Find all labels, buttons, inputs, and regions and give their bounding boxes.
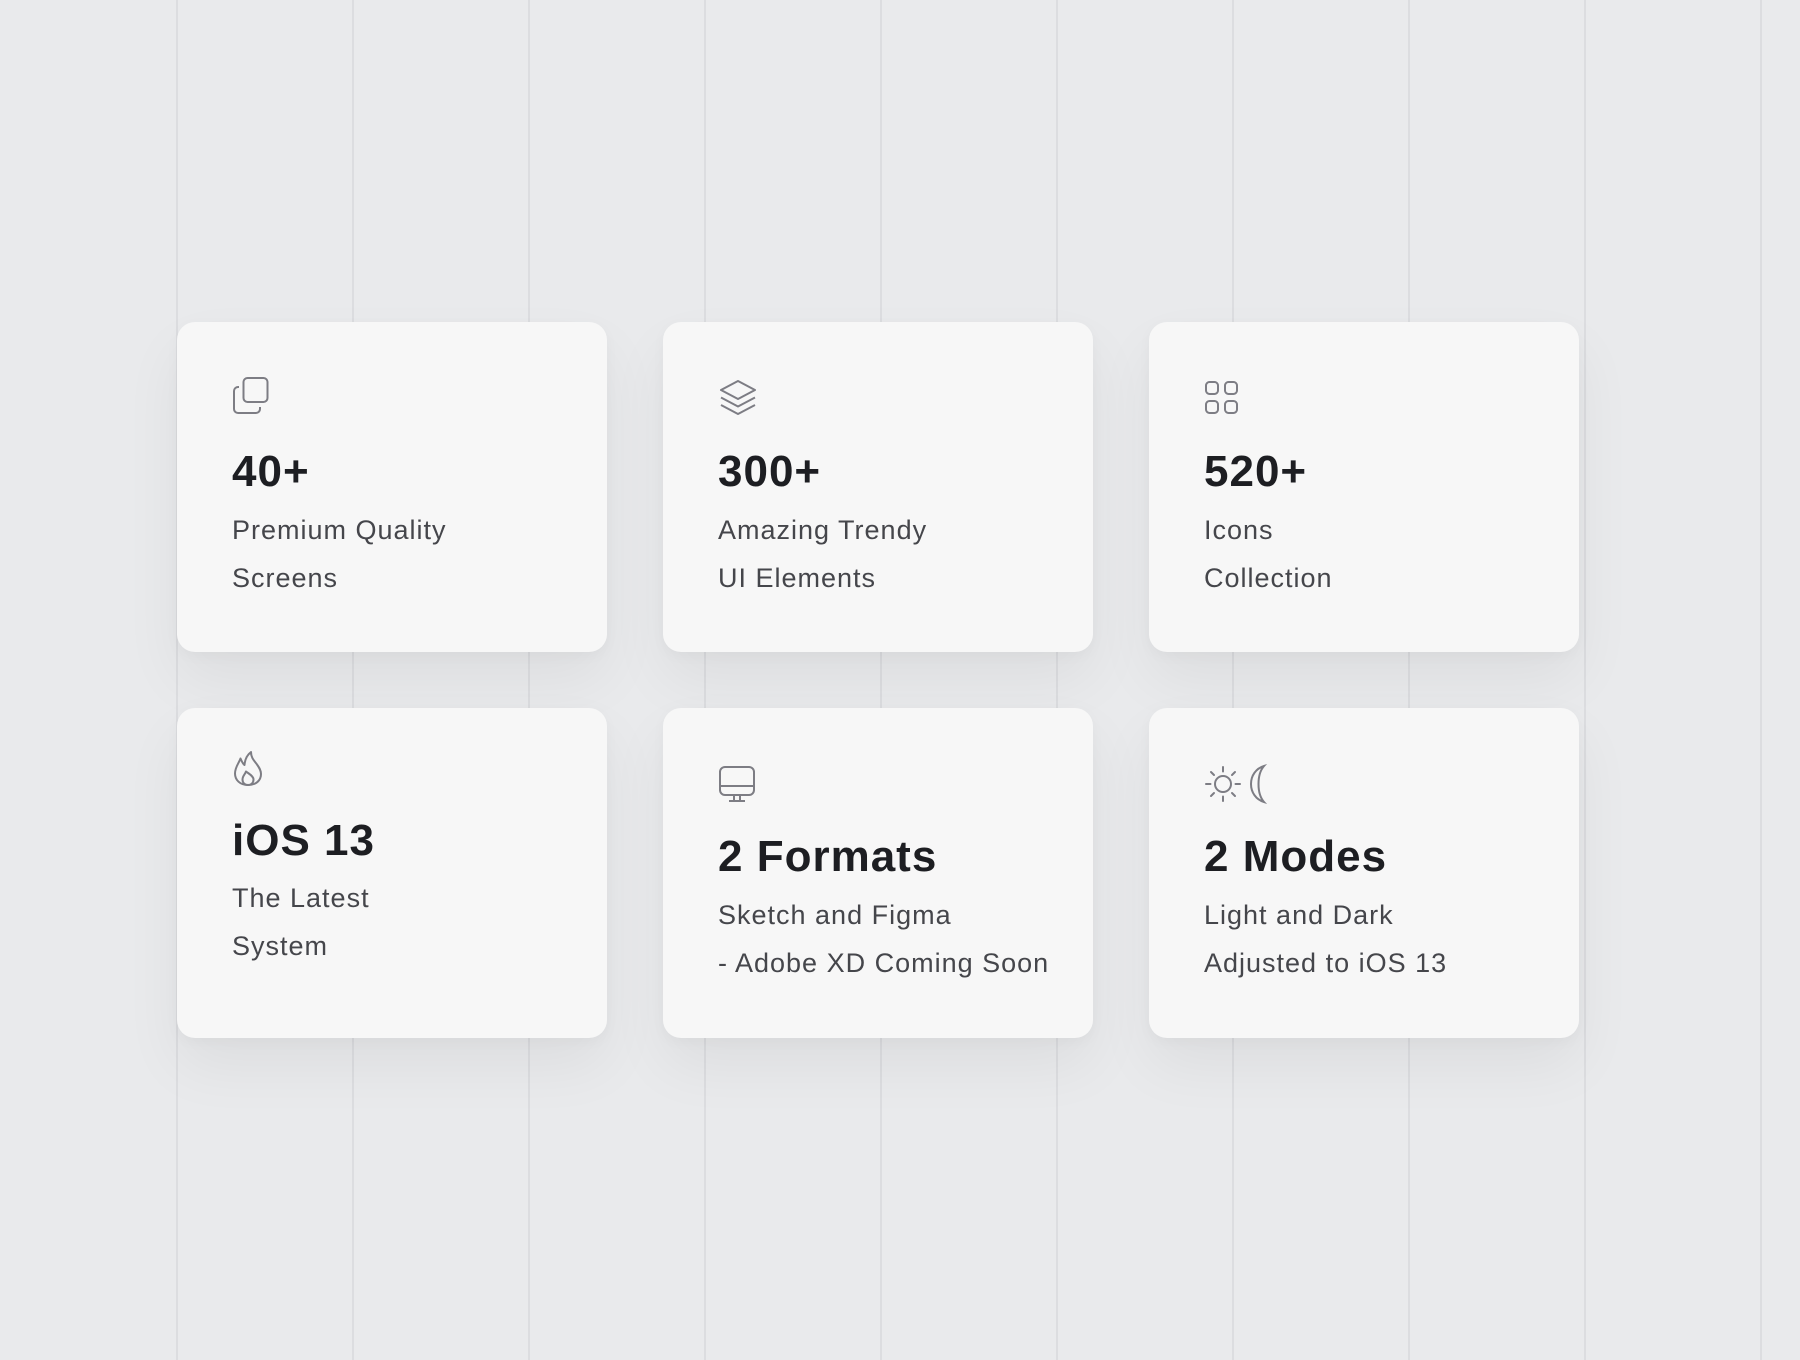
feature-description-line: Premium Quality: [232, 515, 447, 545]
feature-description-line: UI Elements: [718, 563, 877, 593]
feature-description-line: Screens: [232, 563, 339, 593]
feature-card-ui-elements: 300+ Amazing Trendy UI Elements: [663, 322, 1093, 652]
feature-card-modes: 2 Modes Light and Dark Adjusted to iOS 1…: [1149, 708, 1579, 1038]
grid-icon: [1204, 380, 1264, 424]
feature-value: 2 Formats: [718, 832, 938, 881]
feature-description-line: Collection: [1204, 563, 1333, 593]
feature-description-line: - Adobe XD Coming Soon: [718, 948, 1050, 978]
flame-icon: [232, 750, 292, 794]
feature-value: iOS 13: [232, 816, 375, 865]
feature-description-line: Light and Dark: [1204, 900, 1394, 930]
feature-value: 40+: [232, 447, 310, 496]
feature-description-line: System: [232, 931, 329, 961]
feature-value: 2 Modes: [1204, 832, 1388, 881]
feature-description-line: The Latest: [232, 883, 370, 913]
feature-description-line: Sketch and Figma: [718, 900, 952, 930]
feature-card-formats: 2 Formats Sketch and Figma - Adobe XD Co…: [663, 708, 1093, 1038]
feature-description-line: Adjusted to iOS 13: [1204, 948, 1448, 978]
feature-card-icons: 520+ Icons Collection: [1149, 322, 1579, 652]
layers-icon: [718, 378, 778, 422]
feature-description-line: Icons: [1204, 515, 1274, 545]
monitor-icon: [718, 765, 778, 809]
feature-cards: 40+ Premium Quality Screens 300+ Amazing…: [0, 0, 1800, 1360]
feature-card-screens: 40+ Premium Quality Screens: [177, 322, 607, 652]
feature-value: 300+: [718, 447, 822, 496]
feature-value: 520+: [1204, 447, 1308, 496]
feature-description-line: Amazing Trendy: [718, 515, 928, 545]
sun-moon-icon: [1204, 764, 1278, 808]
copy-icon: [232, 376, 292, 420]
feature-card-ios13: iOS 13 The Latest System: [177, 708, 607, 1038]
